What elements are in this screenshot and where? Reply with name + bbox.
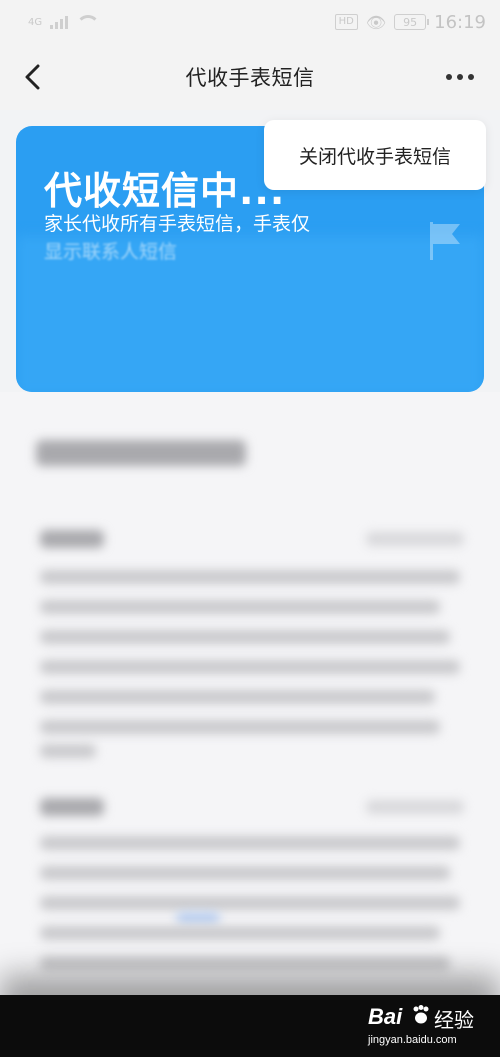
hero-title: 代收短信中... — [44, 169, 286, 213]
wifi-icon — [76, 15, 101, 29]
blurred-text-line — [40, 896, 460, 910]
blurred-text-line — [40, 926, 440, 940]
more-dot-icon — [457, 74, 463, 80]
blurred-text-line — [40, 570, 460, 584]
nav-header: 代收手表短信 — [0, 44, 500, 110]
options-popup-menu: 关闭代收手表短信 — [264, 120, 486, 190]
baidu-jingyan-watermark: Bai 经验 jingyan.baidu.com — [368, 1000, 488, 1054]
network-type: 4G — [28, 16, 43, 28]
eye-icon: 👁 — [365, 12, 387, 32]
back-button[interactable] — [16, 60, 50, 94]
page-title: 代收手表短信 — [185, 66, 315, 90]
more-options-button[interactable] — [440, 62, 480, 92]
hero-description: 家长代收所有手表短信，手表仅 显示联系人短信 — [44, 210, 374, 266]
watermark-brand: Bai — [368, 1004, 403, 1029]
blurred-link — [176, 912, 220, 924]
watermark-url: jingyan.baidu.com — [368, 1034, 457, 1046]
blurred-sender — [40, 530, 104, 548]
sms-list-blurred — [0, 392, 500, 1002]
blurred-text-line — [40, 600, 440, 614]
battery-icon: 95 — [394, 14, 430, 30]
signal-icon — [50, 15, 69, 29]
blurred-text-line — [40, 866, 450, 880]
more-dot-icon — [446, 74, 452, 80]
blurred-time — [366, 800, 464, 814]
watermark-brand-suffix: 经验 — [434, 1010, 474, 1032]
blurred-text-line — [40, 630, 450, 644]
status-bar: 4G HD 👁 95 16:19 — [0, 0, 500, 44]
blurred-text-line — [40, 836, 460, 850]
more-dot-icon — [468, 74, 474, 80]
blurred-text-line — [40, 720, 440, 734]
chevron-left-icon — [25, 64, 40, 90]
blurred-heading — [36, 440, 246, 466]
battery-level: 95 — [403, 15, 418, 29]
status-left: 4G — [28, 15, 101, 29]
clock: 16:19 — [434, 11, 486, 33]
flag-icon — [430, 222, 460, 260]
hd-badge: HD — [334, 14, 358, 30]
hero-desc-line1: 家长代收所有手表短信，手表仅 — [44, 213, 311, 235]
blurred-time — [366, 532, 464, 546]
status-right: HD 👁 95 16:19 — [334, 11, 486, 33]
hero-desc-line2: 显示联系人短信 — [44, 241, 178, 263]
close-sms-proxy-menu-item[interactable]: 关闭代收手表短信 — [299, 142, 451, 169]
paw-icon — [413, 1005, 429, 1024]
blurred-text-line — [40, 690, 435, 704]
blurred-text-line — [40, 744, 96, 758]
blurred-sender — [40, 798, 104, 816]
blurred-text-line — [40, 956, 450, 970]
blurred-text-line — [40, 660, 460, 674]
